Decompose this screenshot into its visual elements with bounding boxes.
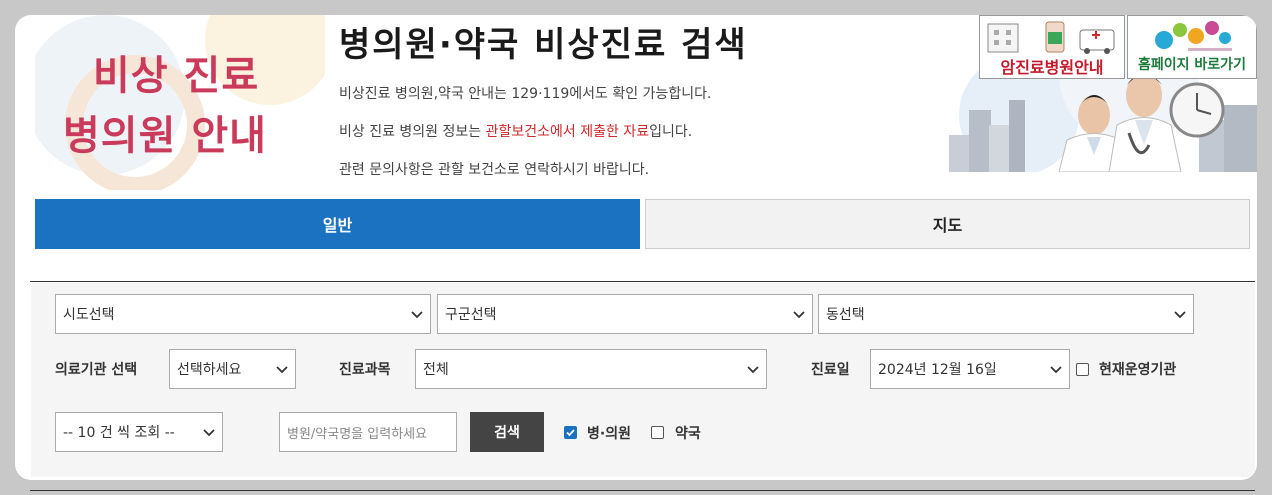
info-line-2: 비상 진료 병의원 정보는 관할보건소에서 제출한 자료입니다. <box>339 121 692 141</box>
chevron-down-icon <box>1174 311 1186 319</box>
date-select-value: 2024년 12월 16일 <box>878 362 997 378</box>
chevron-down-icon <box>793 311 805 319</box>
info-line-2-prefix: 비상 진료 병의원 정보는 <box>339 124 486 140</box>
page-size-select-value: -- 10 건 씩 조회 -- <box>63 425 175 441</box>
dong-select[interactable]: 동선택 <box>818 294 1194 334</box>
chevron-down-icon <box>203 429 215 437</box>
pharmacy-checkbox[interactable] <box>651 426 664 439</box>
institution-select[interactable]: 선택하세요 <box>169 349 296 389</box>
facility-name-placeholder: 병원/약국명을 입력하세요 <box>287 426 428 442</box>
info-line-1: 비상진료 병의원,약국 안내는 129·119에서도 확인 가능합니다. <box>339 86 712 102</box>
banner-line-2: 병의원 안내 <box>63 113 267 159</box>
homepage-link[interactable]: 홈페이지 바로가기 <box>1127 15 1257 79</box>
date-label: 진료일 <box>811 362 850 378</box>
page-title: 병의원·약국 비상진료 검색 <box>339 25 748 65</box>
chevron-down-icon <box>747 366 759 374</box>
date-select[interactable]: 2024년 12월 16일 <box>870 349 1070 389</box>
gugun-select[interactable]: 구군선택 <box>437 294 813 334</box>
info-line-2-highlight: 관할보건소에서 제출한 자료 <box>485 124 650 140</box>
egen-logo-icon <box>1155 21 1232 51</box>
tab-general[interactable]: 일반 <box>35 199 640 249</box>
divider-top <box>30 281 1255 282</box>
pharmacy-label: 약국 <box>675 426 701 442</box>
gugun-select-value: 구군선택 <box>445 307 497 323</box>
department-select-value: 전체 <box>423 362 449 378</box>
chevron-down-icon <box>1050 366 1062 374</box>
search-button[interactable]: 검색 <box>470 412 544 452</box>
info-line-3: 관련 문의사항은 관할 보건소로 연락하시기 바랍니다. <box>339 162 650 178</box>
checkmark-icon <box>566 429 575 437</box>
cancer-hospital-link[interactable]: 암진료병원안내 <box>979 15 1125 79</box>
chevron-down-icon <box>276 366 288 374</box>
search-form: 시도선택 구군선택 동선택 의료기관 선택 선택하세요 진료과목 전체 진료일 … <box>31 283 1255 477</box>
sido-select-value: 시도선택 <box>63 307 115 323</box>
chevron-down-icon <box>411 311 423 319</box>
facility-name-input[interactable]: 병원/약국명을 입력하세요 <box>279 412 457 452</box>
main-card: 비상 진료 병의원 안내 병의원·약국 비상진료 검색 비상진료 병의원,약국 … <box>15 15 1257 480</box>
divider-bottom <box>30 490 1255 491</box>
sido-select[interactable]: 시도선택 <box>55 294 431 334</box>
department-label: 진료과목 <box>339 362 391 378</box>
hospital-label: 병·의원 <box>587 426 631 442</box>
view-tabs: 일반 지도 <box>35 199 1250 249</box>
operating-checkbox[interactable] <box>1076 363 1089 376</box>
banner-line-1: 비상 진료 <box>93 53 260 99</box>
tab-map[interactable]: 지도 <box>645 199 1250 249</box>
homepage-label: 홈페이지 바로가기 <box>1138 57 1246 73</box>
hospital-checkbox[interactable] <box>564 426 577 439</box>
dong-select-value: 동선택 <box>826 307 865 323</box>
doctor-illustration: 암진료병원안내 홈페이지 바로가기 <box>949 15 1257 172</box>
institution-label: 의료기관 선택 <box>55 362 138 378</box>
department-select[interactable]: 전체 <box>415 349 767 389</box>
emergency-banner: 비상 진료 병의원 안내 <box>35 15 325 190</box>
institution-select-value: 선택하세요 <box>177 362 242 378</box>
page-size-select[interactable]: -- 10 건 씩 조회 -- <box>55 412 223 452</box>
operating-label: 현재운영기관 <box>1099 362 1177 378</box>
info-line-2-suffix: 입니다. <box>649 124 693 140</box>
hospital-icons <box>987 21 1115 54</box>
cancer-hospital-label: 암진료병원안내 <box>1000 58 1104 77</box>
